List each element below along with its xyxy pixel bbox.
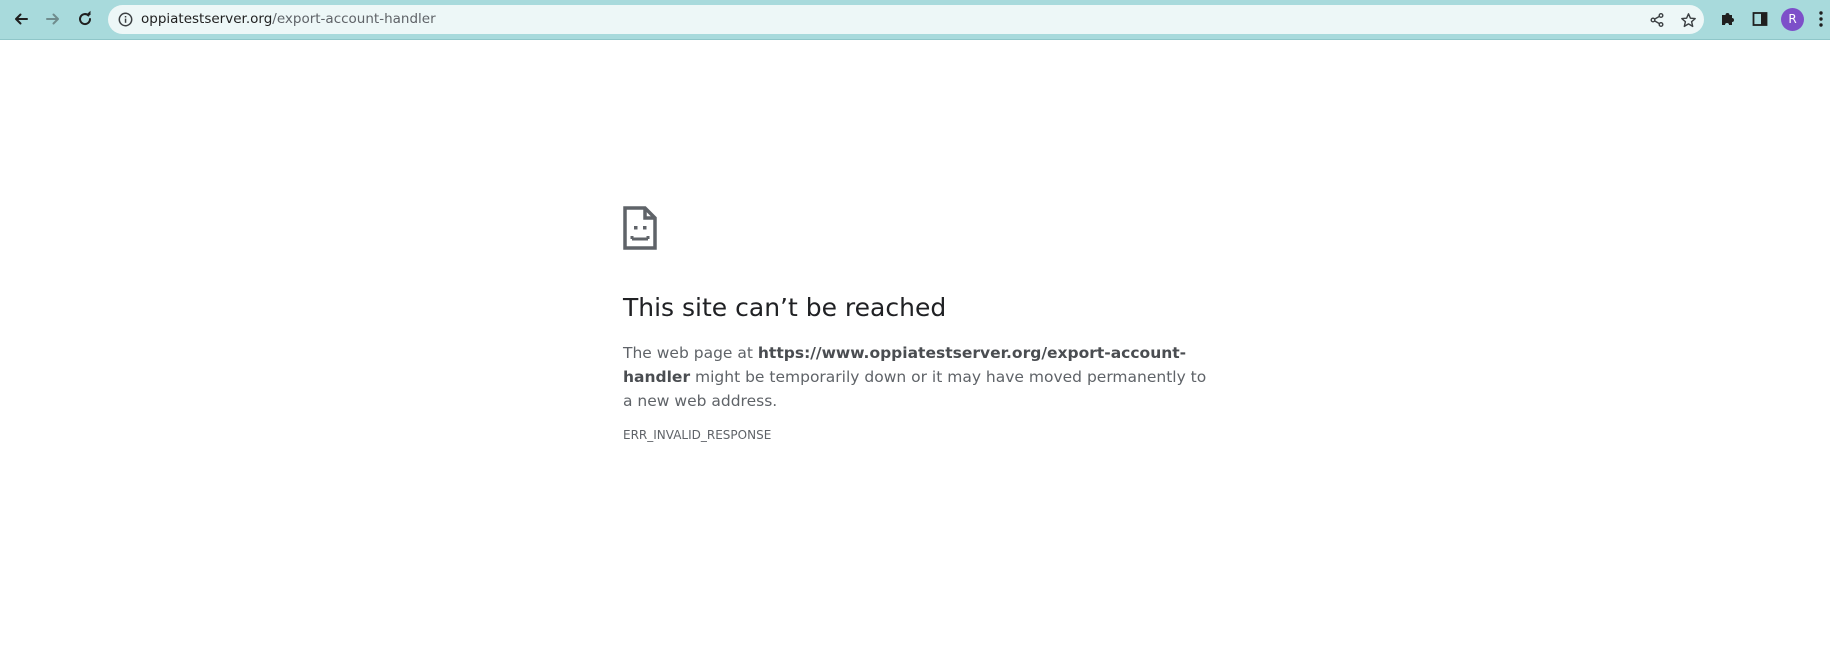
info-icon: [118, 12, 133, 27]
arrow-left-icon: [15, 13, 28, 25]
profile-avatar[interactable]: R: [1781, 8, 1804, 31]
error-title: This site can’t be reached: [623, 293, 947, 322]
share-button[interactable]: [1647, 10, 1667, 30]
extensions-button[interactable]: [1715, 6, 1741, 32]
error-desc-prefix: The web page at: [623, 344, 758, 362]
bookmark-button[interactable]: [1678, 10, 1698, 30]
back-button[interactable]: [8, 6, 34, 32]
share-icon: [1650, 13, 1664, 27]
forward-button[interactable]: [40, 6, 66, 32]
more-vert-icon: [1819, 11, 1823, 27]
reload-button[interactable]: [72, 6, 98, 32]
reload-icon: [79, 10, 92, 26]
side-panel-button[interactable]: [1747, 6, 1773, 32]
star-icon: [1680, 12, 1696, 27]
puzzle-icon: [1722, 13, 1734, 25]
error-description: The web page at https://www.oppiatestser…: [623, 341, 1213, 413]
arrow-right-icon: [46, 13, 59, 25]
url-text[interactable]: oppiatestserver.org/export-account-handl…: [141, 5, 436, 34]
error-code: ERR_INVALID_RESPONSE: [623, 428, 772, 442]
browser-toolbar: oppiatestserver.org/export-account-handl…: [0, 0, 1830, 40]
menu-button[interactable]: [1812, 6, 1830, 32]
error-desc-suffix: might be temporarily down or it may have…: [623, 368, 1207, 410]
url-host: oppiatestserver.org: [141, 11, 273, 27]
side-panel-icon: [1752, 12, 1768, 26]
sad-page-icon: [623, 206, 657, 250]
site-info-button[interactable]: [117, 11, 134, 28]
url-path: /export-account-handler: [272, 11, 436, 27]
address-bar[interactable]: oppiatestserver.org/export-account-handl…: [108, 5, 1704, 34]
